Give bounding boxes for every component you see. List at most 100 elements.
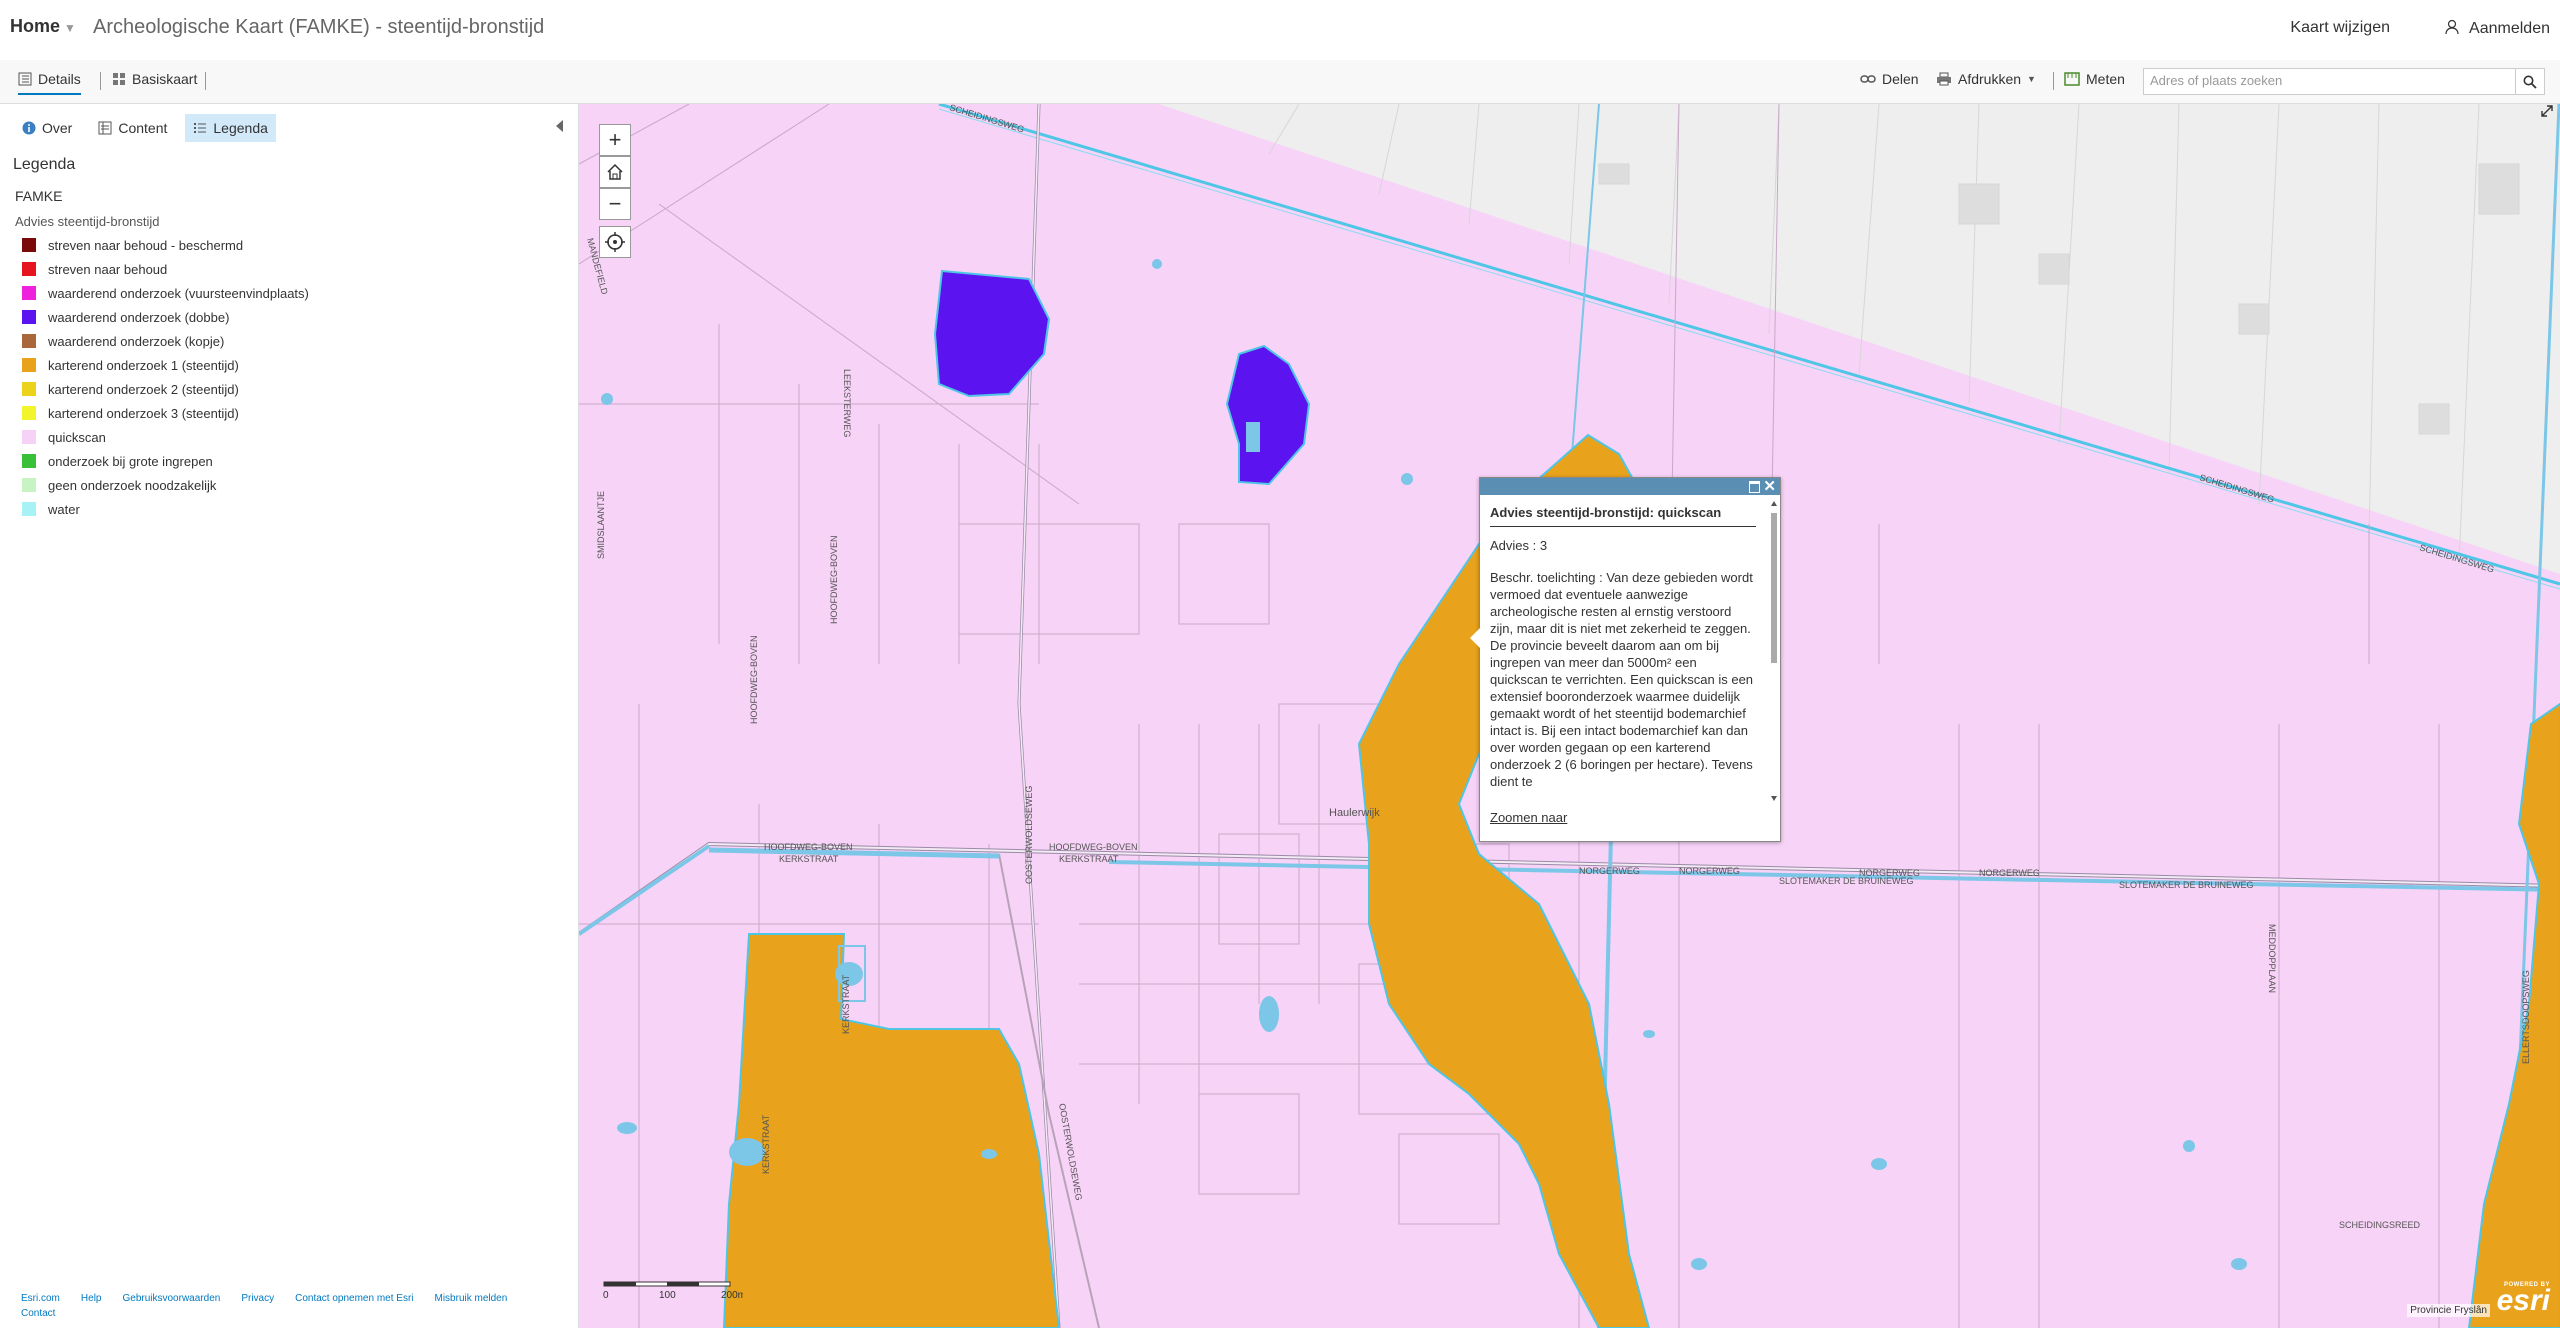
- street-label: KERKSTRAAT: [779, 854, 839, 864]
- esri-name-text: esri: [2496, 1284, 2550, 1317]
- legend-swatch: [22, 406, 36, 420]
- search-input[interactable]: [2144, 69, 2516, 92]
- toolbar-divider: [100, 72, 101, 90]
- legend-item: waarderend onderzoek (vuursteenvindplaat…: [22, 281, 309, 305]
- printer-icon: [1937, 72, 1951, 86]
- legend-swatch: [22, 430, 36, 444]
- home-label: Home: [10, 16, 61, 36]
- tab-about[interactable]: Over: [14, 114, 80, 142]
- home-icon: [607, 163, 623, 180]
- legend-swatch: [22, 262, 36, 276]
- tab-content-label: Content: [118, 120, 168, 136]
- legend-item: karterend onderzoek 3 (steentijd): [22, 401, 309, 425]
- legend-label: onderzoek bij grote ingrepen: [48, 453, 213, 469]
- measure-icon: [2064, 72, 2080, 86]
- street-label: HOOFDWEG-BOVEN: [764, 842, 853, 852]
- legend-swatch: [22, 238, 36, 252]
- zoom-in-button[interactable]: +: [599, 124, 631, 156]
- top-bar: Home ▼ Archeologische Kaart (FAMKE) - ste…: [0, 0, 2560, 60]
- scroll-thumb[interactable]: [1771, 513, 1777, 663]
- share-label: Delen: [1882, 71, 1919, 87]
- close-icon[interactable]: ✕: [1763, 478, 1776, 495]
- legend-label: waarderend onderzoek (dobbe): [48, 309, 230, 325]
- water-pond: [1246, 422, 1260, 452]
- street-label: KERKSTRAAT: [1059, 854, 1119, 864]
- chevron-down-icon: ▼: [64, 21, 76, 35]
- street-label: MEDDOPPLAAN: [2267, 924, 2277, 993]
- footer-link-help[interactable]: Help: [81, 1293, 102, 1304]
- legend-item: streven naar behoud: [22, 257, 309, 281]
- share-button[interactable]: Delen: [1860, 71, 1919, 87]
- basemap-button[interactable]: Basiskaart: [112, 71, 197, 87]
- legend-label: streven naar behoud: [48, 261, 168, 277]
- footer-link-contact[interactable]: Contact: [21, 1308, 55, 1319]
- minus-icon: −: [608, 191, 622, 216]
- street-label: LEEKSTERWEG: [842, 369, 852, 437]
- print-button[interactable]: Afdrukken ▼: [1936, 71, 2036, 87]
- street-label: OOSTERWOLDSEWEG: [1024, 786, 1034, 884]
- legend-swatch: [22, 454, 36, 468]
- default-extent-button[interactable]: [599, 156, 631, 188]
- sidebar-tabs: Over Content Legenda: [14, 114, 276, 144]
- legend-item: onderzoek bij grote ingrepen: [22, 449, 309, 473]
- measure-label: Meten: [2086, 71, 2125, 87]
- legend-item: karterend onderzoek 2 (steentijd): [22, 377, 309, 401]
- street-label: OOSTERWOLDSEWEG: [1057, 1103, 1084, 1202]
- footer-link-report-abuse[interactable]: Misbruik melden: [435, 1293, 508, 1304]
- scroll-down-icon[interactable]: [1771, 796, 1777, 801]
- footer-link-contact-esri[interactable]: Contact opnemen met Esri: [295, 1293, 413, 1304]
- legend-swatch: [22, 334, 36, 348]
- map-attribution: Provincie Fryslân: [2407, 1304, 2490, 1317]
- legend-label: water: [48, 501, 80, 517]
- popup-description: Beschr. toelichting : Van deze gebieden …: [1490, 570, 1754, 789]
- details-button[interactable]: Details: [18, 71, 81, 95]
- street-label: SLOTEMAKER DE BRUINEWEG: [1779, 876, 1914, 886]
- collapse-panel-icon[interactable]: [556, 120, 563, 132]
- zoom-out-button[interactable]: −: [599, 188, 631, 220]
- search-box: [2143, 68, 2545, 95]
- search-button[interactable]: [2515, 69, 2544, 94]
- footer-link-esri[interactable]: Esri.com: [21, 1293, 60, 1304]
- legend-swatch: [22, 286, 36, 300]
- sign-in-link[interactable]: Aanmelden: [2445, 19, 2550, 38]
- scale-label: 0: [603, 1290, 609, 1301]
- map-view[interactable]: SCHEIDINGSWEG SCHEIDINGSWEG SCHEIDINGSWE…: [579, 104, 2560, 1328]
- print-label: Afdrukken: [1958, 71, 2022, 87]
- user-icon: [2445, 19, 2459, 35]
- modify-map-link[interactable]: Kaart wijzigen: [2290, 19, 2390, 37]
- legend-label: quickscan: [48, 429, 106, 445]
- street-label: HOOFDWEG-BOVEN: [1049, 842, 1138, 852]
- measure-button[interactable]: Meten: [2064, 71, 2125, 87]
- popup-header: ✕: [1480, 478, 1780, 495]
- layer-title: FAMKE: [15, 188, 63, 204]
- tab-legend[interactable]: Legenda: [185, 114, 276, 142]
- map-title: Archeologische Kaart (FAMKE) - steentijd…: [93, 16, 545, 38]
- legend-heading: Legenda: [13, 156, 76, 173]
- legend-item: waarderend onderzoek (kopje): [22, 329, 309, 353]
- toolbar-divider: [2053, 72, 2054, 90]
- fullscreen-icon[interactable]: [2540, 104, 2554, 118]
- maximize-icon[interactable]: [1749, 481, 1760, 493]
- link-icon: [1860, 75, 1876, 83]
- street-label: KERKSTRAAT: [841, 974, 851, 1034]
- legend-field-name: Advies steentijd-bronstijd: [15, 214, 160, 229]
- legend-swatch: [22, 310, 36, 324]
- locate-button[interactable]: [599, 226, 631, 258]
- scroll-up-icon[interactable]: [1771, 501, 1777, 506]
- legend-swatch: [22, 382, 36, 396]
- dobbe-polygons: [933, 269, 1311, 486]
- content-icon: [98, 121, 112, 135]
- street-label: SCHEIDINGSREED: [2339, 1220, 2421, 1230]
- footer-link-privacy[interactable]: Privacy: [241, 1293, 274, 1304]
- zoom-to-link[interactable]: Zoomen naar: [1490, 810, 1567, 825]
- street-label: NORGERWEG: [1979, 868, 2040, 878]
- footer-link-terms[interactable]: Gebruiksvoorwaarden: [122, 1293, 220, 1304]
- street-label: ELLERTSDOOPSWEG: [2521, 970, 2531, 1064]
- home-menu[interactable]: Home ▼: [10, 16, 76, 37]
- legend-label: karterend onderzoek 1 (steentijd): [48, 357, 239, 373]
- info-icon: [22, 121, 36, 135]
- tab-content[interactable]: Content: [90, 114, 175, 142]
- esri-logo[interactable]: POWERED BY esri: [2494, 1282, 2550, 1324]
- popup-scrollbar[interactable]: [1770, 501, 1778, 801]
- street-label: SMIDSLAANTJE: [596, 491, 606, 559]
